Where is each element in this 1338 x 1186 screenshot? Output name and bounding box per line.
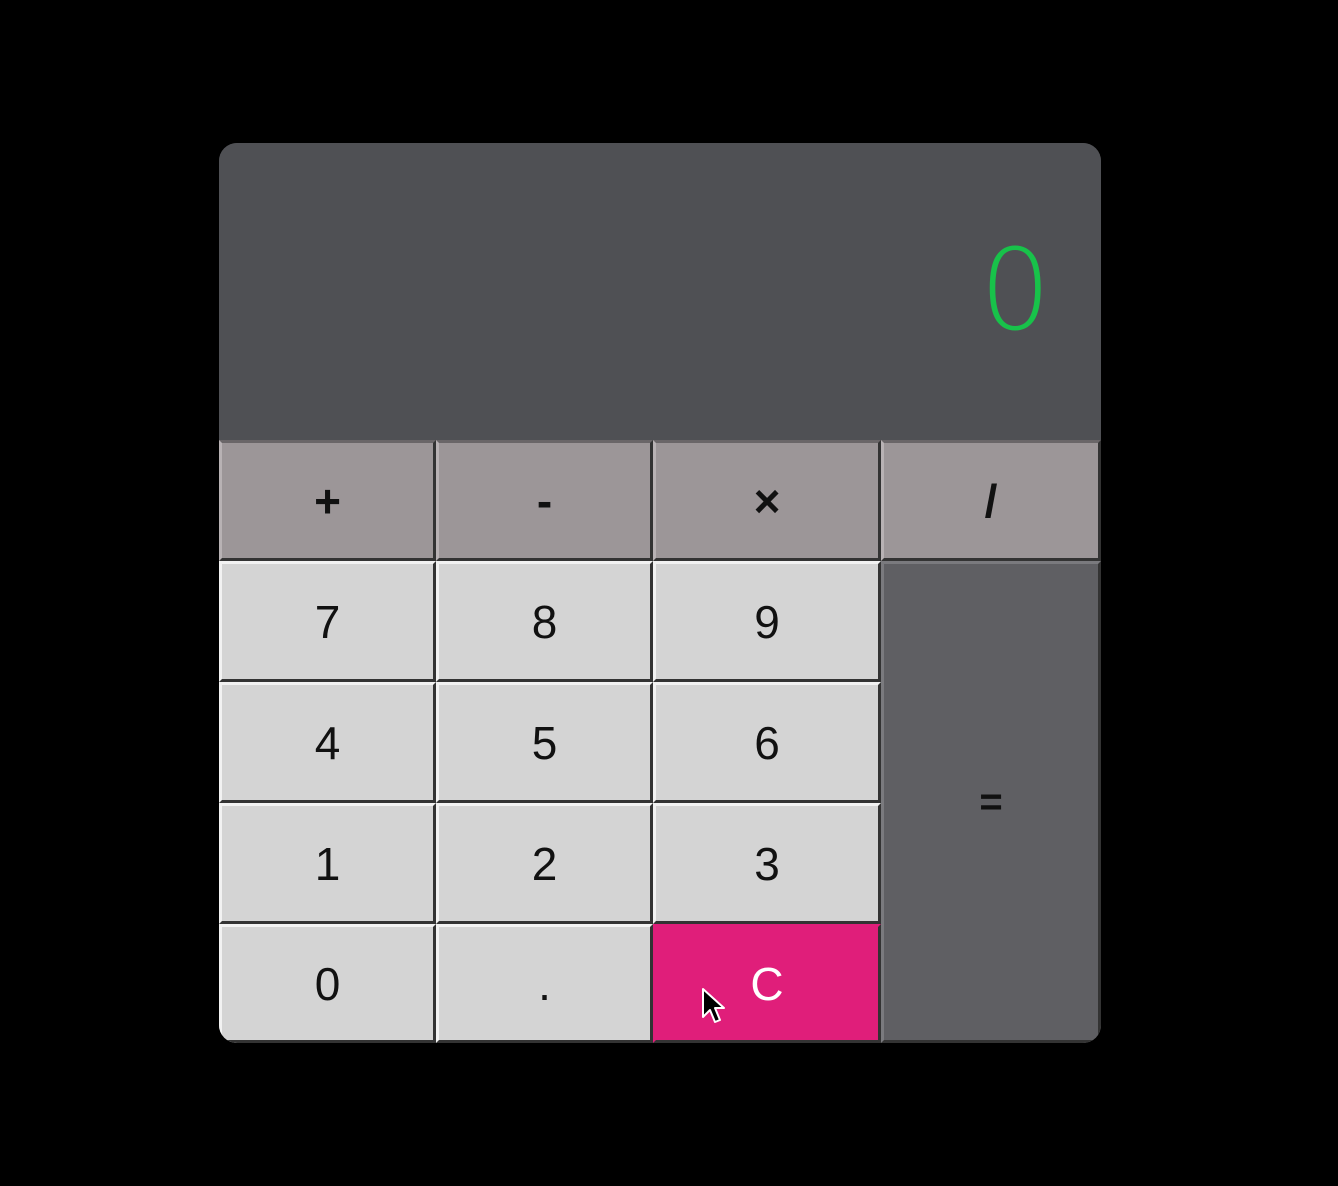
digit-1-button[interactable]: 1 bbox=[219, 803, 436, 924]
decimal-button[interactable]: . bbox=[436, 924, 653, 1043]
add-button[interactable]: + bbox=[219, 440, 436, 561]
digit-8-button[interactable]: 8 bbox=[436, 561, 653, 682]
digit-4-button[interactable]: 4 bbox=[219, 682, 436, 803]
digit-9-button[interactable]: 9 bbox=[653, 561, 881, 682]
digit-7-button[interactable]: 7 bbox=[219, 561, 436, 682]
multiply-button[interactable]: × bbox=[653, 440, 881, 561]
subtract-button[interactable]: - bbox=[436, 440, 653, 561]
equals-button[interactable]: = bbox=[881, 561, 1101, 1043]
digit-2-button[interactable]: 2 bbox=[436, 803, 653, 924]
keypad: + - × / 7 8 9 4 5 6 1 2 3 0 . C = bbox=[219, 440, 1101, 1043]
digit-5-button[interactable]: 5 bbox=[436, 682, 653, 803]
display: 0 bbox=[219, 143, 1101, 440]
calculator: 0 + - × / 7 8 9 4 5 6 1 2 3 0 . C = bbox=[219, 143, 1101, 1043]
digit-0-button[interactable]: 0 bbox=[219, 924, 436, 1043]
digit-3-button[interactable]: 3 bbox=[653, 803, 881, 924]
digit-6-button[interactable]: 6 bbox=[653, 682, 881, 803]
clear-button[interactable]: C bbox=[653, 924, 881, 1043]
display-value: 0 bbox=[979, 226, 1051, 356]
divide-button[interactable]: / bbox=[881, 440, 1101, 561]
